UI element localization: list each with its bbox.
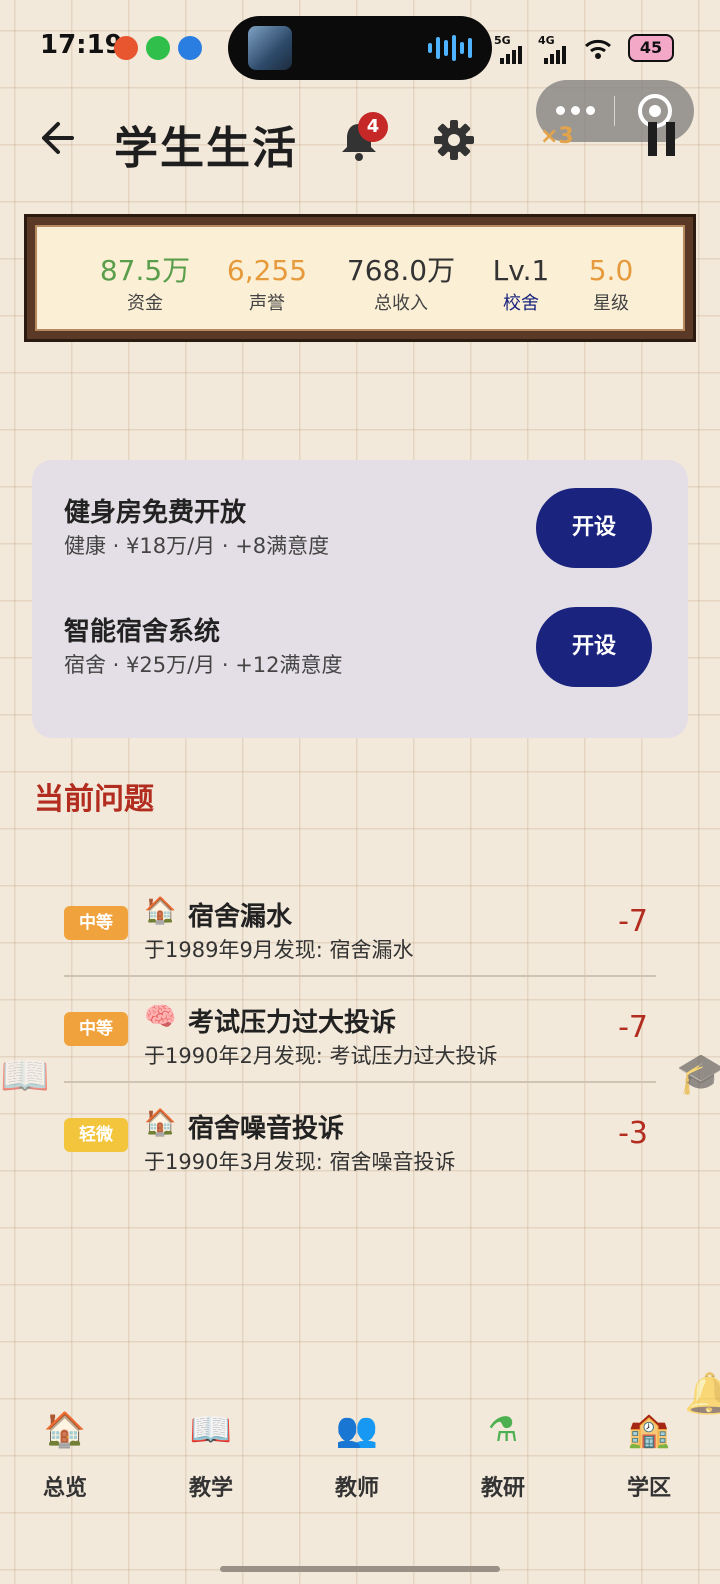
stat-label: 总收入 [374, 293, 428, 314]
stat-label: 星级 [593, 293, 629, 314]
severity-badge: 轻微 [64, 1118, 128, 1152]
facility-options-card: 健身房免费开放 健康 · ¥18万/月 · +8满意度 开设 智能宿舍系统 宿舍… [32, 460, 688, 738]
facility-name: 智能宿舍系统 [64, 617, 221, 647]
nav-item-research[interactable]: ⚗ 教研 [448, 1400, 558, 1502]
issue-item[interactable]: 轻微 🏠 宿舍噪音投诉 于1990年3月发现: 宿舍噪音投诉 -3 [64, 1098, 656, 1204]
nav-label: 教师 [334, 1476, 379, 1501]
issue-title: 宿舍漏水 [188, 902, 293, 932]
issue-impact: -7 [618, 1010, 648, 1045]
house-icon: 🏠 [43, 1410, 87, 1450]
facility-name: 健身房免费开放 [64, 498, 247, 528]
issues-section-title: 当前问题 [34, 782, 154, 817]
flask-icon: ⚗ [487, 1410, 519, 1450]
signal-icon [500, 46, 522, 64]
dynamic-island [228, 16, 492, 80]
speed-indicator[interactable]: ×3 [540, 124, 574, 149]
teachers-icon: 👥 [335, 1410, 379, 1450]
facility-detail: 健康 · ¥18万/月 · +8满意度 [64, 534, 330, 558]
capsule-divider [614, 96, 615, 126]
issue-description: 于1990年3月发现: 宿舍噪音投诉 [144, 1150, 456, 1174]
issue-title: 考试压力过大投诉 [188, 1008, 397, 1038]
app-notification-icon [114, 36, 138, 60]
bottom-navigation: 🏠 总览 📖 教学 👥 教师 ⚗ 教研 🏫 学区 [0, 1400, 720, 1530]
stat-value: 5.0 [588, 254, 634, 287]
stats-board: 87.5万 资金 6,255 声誉 768.0万 总收入 Lv.1 校舍 5.0… [35, 225, 685, 331]
house-icon: 🏠 [144, 1108, 177, 1138]
severity-badge: 中等 [64, 1012, 128, 1046]
issue-description: 于1989年9月发现: 宿舍漏水 [144, 938, 414, 962]
nav-item-overview[interactable]: 🏠 总览 [10, 1400, 120, 1502]
notification-badge: 4 [358, 112, 388, 142]
divider [64, 975, 656, 977]
nav-label: 教研 [480, 1476, 525, 1501]
pause-icon[interactable] [648, 122, 676, 156]
issue-impact: -3 [618, 1116, 648, 1151]
message-icon [178, 36, 202, 60]
house-icon: 🏠 [144, 896, 177, 926]
stat-funds: 87.5万 资金 [85, 255, 205, 315]
more-icon[interactable] [556, 106, 595, 115]
media-thumbnail [248, 26, 292, 70]
stat-value: 87.5万 [99, 254, 191, 287]
stat-label: 资金 [127, 293, 163, 314]
book-doodle-icon: 📖 [0, 1053, 50, 1099]
stat-reputation: 6,255 声誉 [207, 255, 327, 315]
nav-label: 总览 [42, 1476, 87, 1501]
signal-icon [544, 46, 566, 64]
nav-item-district[interactable]: 🏫 学区 [594, 1400, 704, 1502]
stat-star-rating: 5.0 星级 [551, 255, 671, 315]
nav-label: 学区 [626, 1476, 671, 1501]
stat-label: 声誉 [249, 293, 285, 314]
gear-icon[interactable] [432, 118, 476, 162]
divider [64, 1081, 656, 1083]
wifi-icon [585, 39, 611, 59]
facility-row-gym: 健身房免费开放 健康 · ¥18万/月 · +8满意度 开设 [32, 478, 688, 578]
battery-indicator: 45 [628, 34, 674, 62]
issue-impact: -7 [618, 904, 648, 939]
clock: 17:19 [40, 30, 123, 60]
severity-badge: 中等 [64, 906, 128, 940]
nav-item-teachers[interactable]: 👥 教师 [302, 1400, 412, 1502]
issue-description: 于1990年2月发现: 考试压力过大投诉 [144, 1044, 498, 1068]
facility-detail: 宿舍 · ¥25万/月 · +12满意度 [64, 653, 343, 677]
brain-icon: 🧠 [144, 1002, 177, 1032]
open-gym-button[interactable]: 开设 [536, 488, 652, 568]
audio-wave-icon [428, 34, 472, 62]
stat-total-income: 768.0万 总收入 [341, 255, 461, 315]
back-arrow-icon[interactable] [38, 118, 78, 158]
page-title: 学生生活 [114, 123, 298, 174]
facility-row-smart-dorm: 智能宿舍系统 宿舍 · ¥25万/月 · +12满意度 开设 [32, 597, 688, 697]
graduation-cap-doodle-icon: 🎓 [676, 1051, 720, 1097]
nav-label: 教学 [188, 1476, 233, 1501]
stat-value: 768.0万 [346, 254, 456, 287]
wechat-icon [146, 36, 170, 60]
home-indicator[interactable] [220, 1566, 500, 1572]
nav-item-teaching[interactable]: 📖 教学 [156, 1400, 266, 1502]
open-smart-dorm-button[interactable]: 开设 [536, 607, 652, 687]
stats-panel: 87.5万 资金 6,255 声誉 768.0万 总收入 Lv.1 校舍 5.0… [24, 214, 696, 342]
stat-value: 6,255 [226, 254, 308, 287]
book-icon: 📖 [189, 1410, 233, 1450]
issue-title: 宿舍噪音投诉 [188, 1114, 345, 1144]
school-icon: 🏫 [627, 1410, 671, 1450]
